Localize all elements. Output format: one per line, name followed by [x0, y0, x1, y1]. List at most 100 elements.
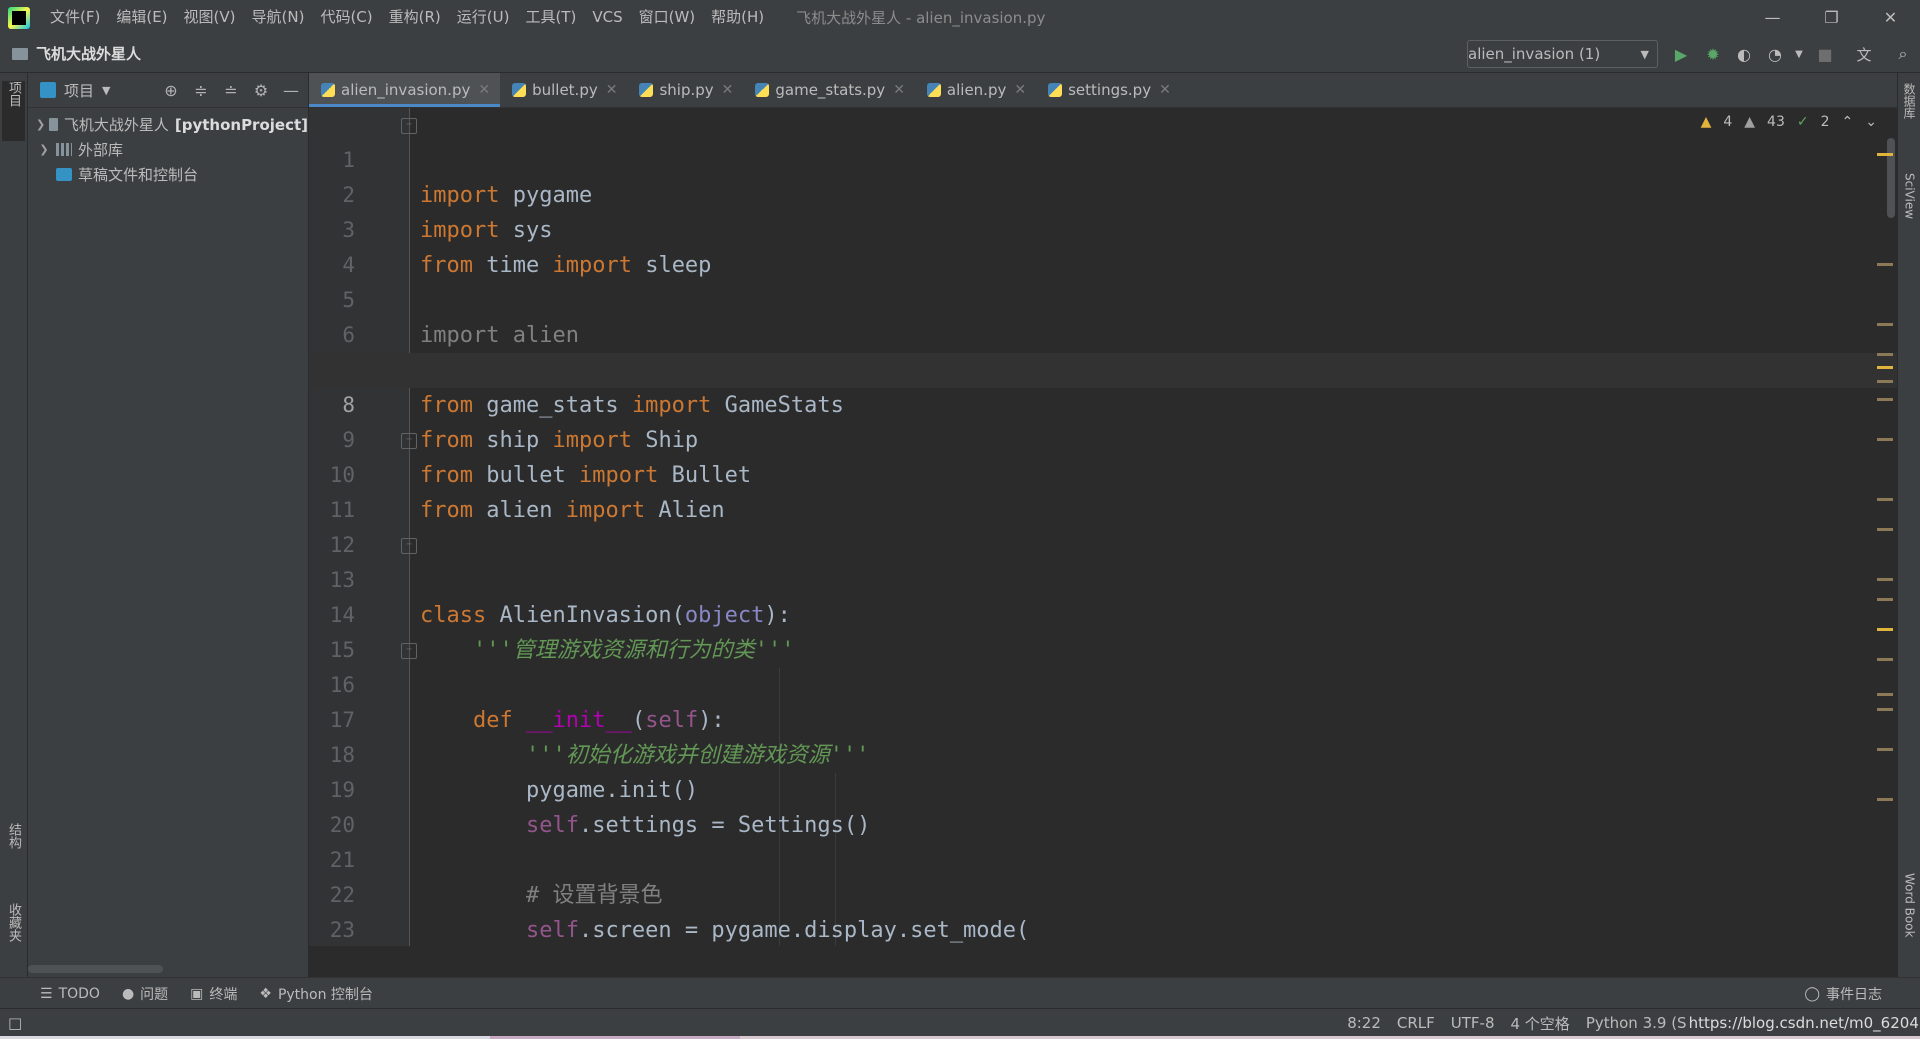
- code-line[interactable]: 14 '''管理游戏资源和行为的类''': [309, 563, 1897, 663]
- close-icon[interactable]: ✕: [893, 82, 905, 98]
- error-stripe-marker[interactable]: [1877, 353, 1893, 356]
- tab-project-tool[interactable]: 项目: [2, 81, 25, 141]
- code-line[interactable]: 5 import alien: [309, 248, 1897, 348]
- close-icon[interactable]: ✕: [1014, 82, 1026, 98]
- error-stripe-marker[interactable]: [1877, 598, 1893, 601]
- error-stripe-marker[interactable]: [1877, 263, 1893, 266]
- close-icon[interactable]: ✕: [722, 82, 734, 98]
- python-interpreter[interactable]: Python 3.9 (S: [1586, 1014, 1687, 1032]
- run-icon[interactable]: ▶: [1670, 43, 1692, 65]
- terminal-tool-button[interactable]: ▣ 终端: [190, 984, 237, 1004]
- todo-tool-button[interactable]: ☰ TODO: [40, 986, 100, 1002]
- event-log-button[interactable]: ◯ 事件日志: [1804, 984, 1882, 1004]
- error-stripe-marker[interactable]: [1877, 323, 1893, 326]
- code-line[interactable]: 4: [309, 213, 1897, 277]
- debug-icon[interactable]: ✹: [1702, 43, 1724, 65]
- code-line-current[interactable]: 8 from ship import Ship: [309, 353, 1897, 453]
- error-stripe-marker[interactable]: [1877, 748, 1893, 751]
- tab-game-stats[interactable]: game_stats.py ✕: [743, 73, 915, 107]
- menu-help[interactable]: 帮助(H): [703, 0, 772, 35]
- code-line[interactable]: 17 '''初始化游戏并创建游戏资源''': [309, 668, 1897, 768]
- code-line[interactable]: 12: [309, 493, 1897, 557]
- menu-run[interactable]: 运行(U): [449, 0, 518, 35]
- code-line[interactable]: 1− import pygame: [309, 108, 1897, 208]
- close-button[interactable]: ✕: [1861, 0, 1920, 35]
- menu-refactor[interactable]: 重构(R): [381, 0, 449, 35]
- search-icon[interactable]: ⌕: [1892, 43, 1914, 65]
- error-stripe-marker[interactable]: [1877, 366, 1893, 369]
- indent-setting[interactable]: 4 个空格: [1511, 1013, 1570, 1034]
- close-icon[interactable]: ✕: [606, 82, 618, 98]
- error-stripe-marker[interactable]: [1877, 693, 1893, 696]
- code-line[interactable]: 23 (self.settings.screen_width, self.set…: [309, 878, 1897, 942]
- code-line[interactable]: 21 # 设置背景色: [309, 808, 1897, 908]
- chevron-up-icon[interactable]: ⌃: [1842, 114, 1854, 130]
- collapse-all-icon[interactable]: ≐: [220, 79, 242, 101]
- tab-structure-tool[interactable]: 结构: [2, 823, 25, 893]
- code-line[interactable]: 9 from bullet import Bullet: [309, 388, 1897, 488]
- chevron-right-icon[interactable]: ❯: [36, 118, 45, 131]
- run-config-dropdown[interactable]: alien_invasion (1) ▼: [1467, 40, 1658, 68]
- tab-ship[interactable]: ship.py ✕: [627, 73, 743, 107]
- toggle-tool-windows-icon[interactable]: □: [8, 1014, 22, 1032]
- locate-icon[interactable]: ⊕: [160, 79, 182, 101]
- tab-favorites-tool[interactable]: 收藏夹: [2, 903, 25, 973]
- code-line[interactable]: 2 import sys: [309, 143, 1897, 243]
- error-stripe-marker[interactable]: [1877, 438, 1893, 441]
- error-stripe-marker[interactable]: [1877, 798, 1893, 801]
- code-line[interactable]: 24 pygame.display.set_caption('Alin Inva…: [309, 913, 1897, 946]
- close-icon[interactable]: ✕: [1159, 82, 1171, 98]
- fold-marker-icon[interactable]: −: [401, 643, 417, 659]
- problems-tool-button[interactable]: ● 问题: [122, 984, 168, 1004]
- profile-icon[interactable]: ◔: [1764, 43, 1786, 65]
- code-editor[interactable]: 1− import pygame 2 import sys 3 from tim…: [309, 108, 1897, 946]
- code-line[interactable]: 22 self.screen = pygame.display.set_mode…: [309, 843, 1897, 943]
- hide-icon[interactable]: —: [280, 79, 302, 101]
- chevron-down-icon[interactable]: ⌄: [1865, 114, 1877, 130]
- tab-wordbook-tool[interactable]: Word Book: [1898, 873, 1920, 973]
- code-line[interactable]: 7 from game_stats import GameStats: [309, 318, 1897, 418]
- close-icon[interactable]: ✕: [478, 82, 490, 98]
- tree-item-scratches[interactable]: 草稿文件和控制台: [28, 162, 308, 187]
- error-stripe-marker[interactable]: [1877, 708, 1893, 711]
- code-line[interactable]: 10− from alien import Alien: [309, 423, 1897, 523]
- project-panel-title[interactable]: 项目: [64, 80, 94, 101]
- code-line[interactable]: 20: [309, 773, 1897, 837]
- stop-icon[interactable]: ■: [1814, 43, 1836, 65]
- tree-item-external-libraries[interactable]: ❯ 外部库: [28, 137, 308, 162]
- fold-marker-icon[interactable]: −: [401, 538, 417, 554]
- error-stripe-marker[interactable]: [1877, 498, 1893, 501]
- caret-position[interactable]: 8:22: [1347, 1014, 1381, 1032]
- vertical-scrollbar[interactable]: [1887, 138, 1895, 218]
- error-stripe-marker[interactable]: [1877, 398, 1893, 401]
- expand-all-icon[interactable]: ≑: [190, 79, 212, 101]
- menu-file[interactable]: 文件(F): [42, 0, 108, 35]
- tab-sciview-tool[interactable]: SciView: [1898, 173, 1920, 263]
- tab-alien[interactable]: alien.py ✕: [915, 73, 1036, 107]
- minimize-button[interactable]: —: [1743, 0, 1802, 35]
- code-line[interactable]: 6 from settings import Settings: [309, 283, 1897, 383]
- tab-database-tool[interactable]: 数据库: [1898, 83, 1920, 153]
- menu-window[interactable]: 窗口(W): [631, 0, 704, 35]
- python-console-tool-button[interactable]: ❖ Python 控制台: [259, 984, 373, 1004]
- error-stripe-marker[interactable]: [1877, 628, 1893, 631]
- menu-edit[interactable]: 编辑(E): [108, 0, 175, 35]
- menu-view[interactable]: 视图(V): [176, 0, 244, 35]
- error-stripe-marker[interactable]: [1877, 578, 1893, 581]
- code-line[interactable]: 11: [309, 458, 1897, 522]
- code-line[interactable]: 19 self.settings = Settings(): [309, 738, 1897, 838]
- line-separator[interactable]: CRLF: [1397, 1014, 1435, 1032]
- code-line[interactable]: 13− class AlienInvasion(object):: [309, 528, 1897, 628]
- translate-icon[interactable]: 文: [1853, 43, 1875, 65]
- more-run-chevron-icon[interactable]: ▼: [1788, 43, 1810, 65]
- tab-bullet[interactable]: bullet.py ✕: [500, 73, 627, 107]
- tab-alien-invasion[interactable]: alien_invasion.py ✕: [309, 73, 501, 107]
- breadcrumb-project[interactable]: 飞机大战外星人: [36, 43, 141, 64]
- code-line[interactable]: 3 from time import sleep: [309, 178, 1897, 278]
- error-stripe-marker[interactable]: [1877, 658, 1893, 661]
- code-line[interactable]: 15: [309, 598, 1897, 662]
- menu-tools[interactable]: 工具(T): [517, 0, 584, 35]
- menu-vcs[interactable]: VCS: [584, 0, 630, 35]
- inspection-widget[interactable]: ▲ 4 ▲ 43 ✓ 2 ⌃ ⌄: [1701, 114, 1877, 130]
- error-stripe-marker[interactable]: [1877, 380, 1893, 383]
